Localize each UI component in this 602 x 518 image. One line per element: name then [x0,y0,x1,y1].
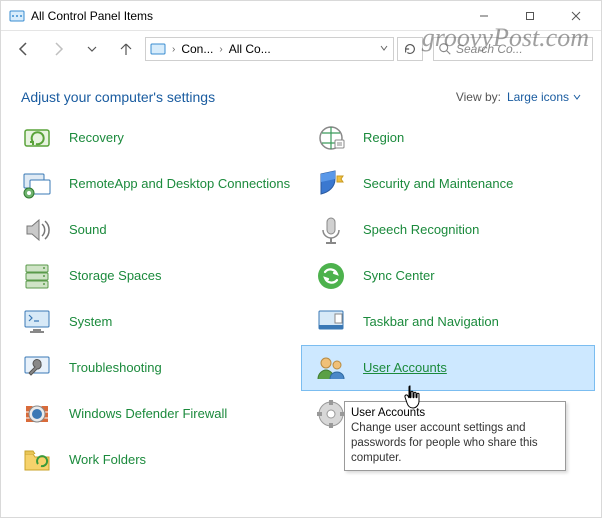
troubleshoot-icon [21,352,53,384]
cp-item-label: Work Folders [69,453,146,468]
sound-icon [21,214,53,246]
cp-item-useraccounts[interactable]: User Accounts [301,345,595,391]
cp-item-troubleshoot[interactable]: Troubleshooting [7,345,301,391]
back-button[interactable] [9,35,39,63]
search-placeholder: Search Co... [456,42,523,56]
viewby-selector[interactable]: Large icons [507,90,581,104]
viewby-label: View by: [456,90,501,104]
chevron-right-icon[interactable]: › [170,44,177,55]
speech-icon [315,214,347,246]
forward-button[interactable] [43,35,73,63]
cp-item-label: Security and Maintenance [363,177,513,192]
windows-icon [315,398,347,430]
tooltip-body: Change user account settings and passwor… [351,421,559,466]
control-panel-icon [9,8,25,24]
cp-item-sound[interactable]: Sound [7,207,301,253]
window-title: All Control Panel Items [31,9,461,23]
nav-row: › Con... › All Co... Search Co... [1,31,601,67]
up-button[interactable] [111,35,141,63]
cp-item-system[interactable]: System [7,299,301,345]
minimize-button[interactable] [461,1,507,31]
cp-item-region[interactable]: Region [301,115,595,161]
viewby-value: Large icons [507,90,569,104]
storage-icon [21,260,53,292]
sync-icon [315,260,347,292]
cp-item-recovery[interactable]: Recovery [7,115,301,161]
cp-item-speech[interactable]: Speech Recognition [301,207,595,253]
recovery-icon [21,122,53,154]
firewall-icon [21,398,53,430]
cp-item-label: Windows Defender Firewall [69,407,227,422]
chevron-right-icon[interactable]: › [217,44,224,55]
useraccounts-icon [315,352,347,384]
security-icon [315,168,347,200]
cp-item-label: User Accounts [363,361,447,376]
cp-item-workfolders[interactable]: Work Folders [7,437,301,483]
cp-item-label: Troubleshooting [69,361,162,376]
cp-item-label: Storage Spaces [69,269,162,284]
cp-item-taskbar[interactable]: Taskbar and Navigation [301,299,595,345]
breadcrumb-root[interactable] [148,41,168,57]
titlebar: All Control Panel Items [1,1,601,31]
region-icon [315,122,347,154]
cp-item-label: Region [363,131,404,146]
breadcrumb-seg2[interactable]: All Co... [227,42,273,56]
workfolders-icon [21,444,53,476]
heading-row: Adjust your computer's settings View by:… [1,67,601,115]
tooltip: User Accounts Change user account settin… [344,401,566,471]
cp-item-label: System [69,315,112,330]
cp-item-label: RemoteApp and Desktop Connections [69,177,290,192]
address-bar[interactable]: › Con... › All Co... [145,37,394,61]
cp-item-storage[interactable]: Storage Spaces [7,253,301,299]
maximize-button[interactable] [507,1,553,31]
cp-item-label: Speech Recognition [363,223,479,238]
breadcrumb-seg1[interactable]: Con... [179,42,215,56]
search-box[interactable]: Search Co... [433,37,593,61]
taskbar-icon [315,306,347,338]
page-heading: Adjust your computer's settings [21,89,456,105]
cp-item-sync[interactable]: Sync Center [301,253,595,299]
close-button[interactable] [553,1,599,31]
cp-item-label: Taskbar and Navigation [363,315,499,330]
cp-item-label: Sync Center [363,269,435,284]
chevron-down-icon [573,93,581,101]
address-dropdown[interactable] [377,43,391,56]
search-icon [438,42,452,56]
recent-dropdown[interactable] [77,35,107,63]
refresh-button[interactable] [397,37,423,61]
cp-item-firewall[interactable]: Windows Defender Firewall [7,391,301,437]
cp-item-label: Sound [69,223,107,238]
cp-item-remoteapp[interactable]: RemoteApp and Desktop Connections [7,161,301,207]
tooltip-title: User Accounts [351,406,559,421]
system-icon [21,306,53,338]
cp-item-security[interactable]: Security and Maintenance [301,161,595,207]
remoteapp-icon [21,168,53,200]
cp-item-label: Recovery [69,131,124,146]
